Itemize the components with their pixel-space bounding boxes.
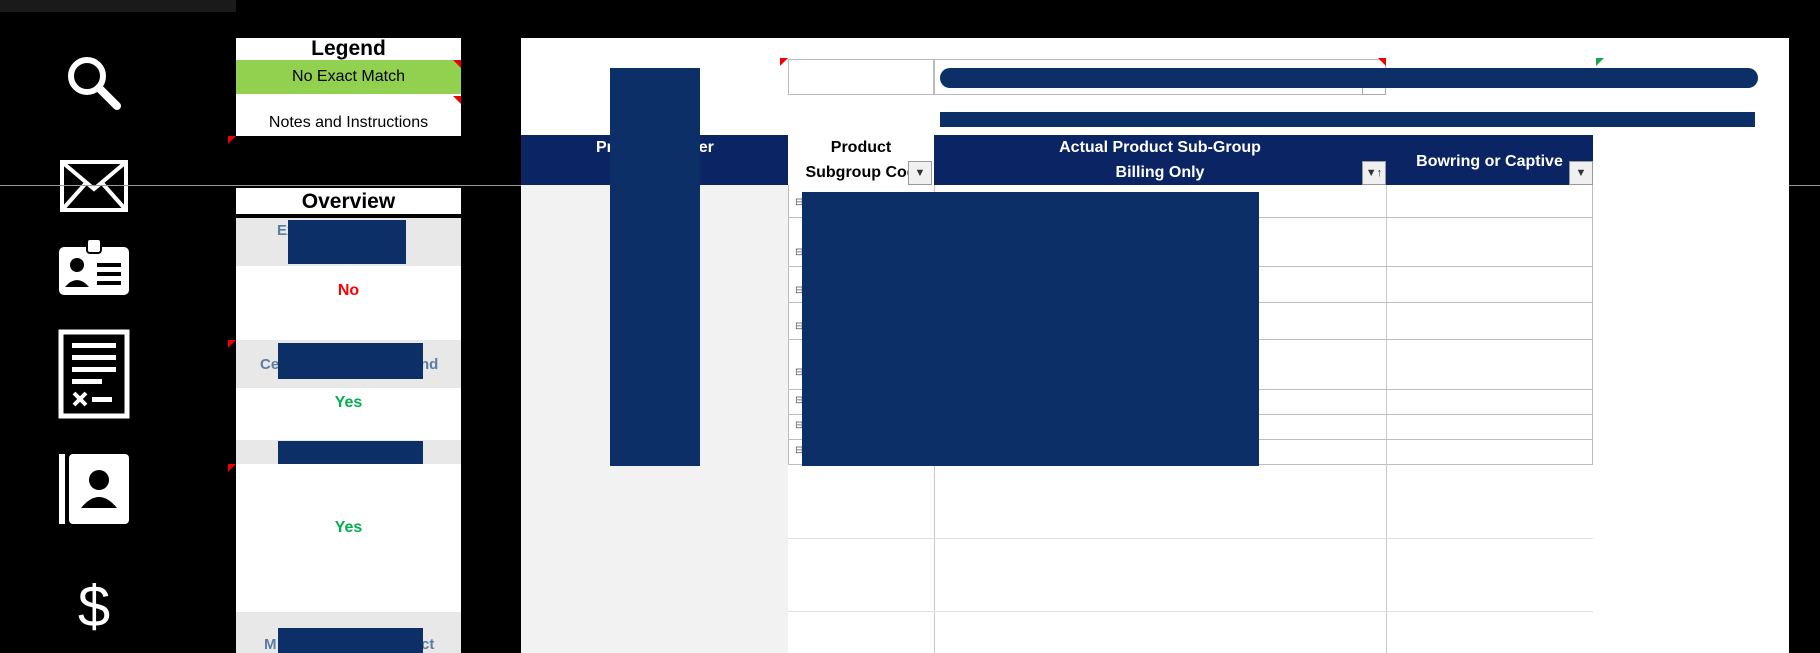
redacted-block [940,68,1758,88]
redacted-block [610,68,700,466]
link-text-start: M [264,636,277,653]
sort-filter-button-actual[interactable]: ▼↑ [1362,161,1386,185]
address-book-icon[interactable] [52,451,136,527]
filter-button-bowring[interactable]: ▼ [1569,161,1593,185]
search-icon[interactable] [52,50,136,116]
overview-value-1: No [236,266,461,340]
comment-indicator [453,96,461,104]
dollar-glyph: $ [77,574,111,639]
comment-indicator [228,464,236,472]
gridline [788,611,1593,612]
redacted-block [278,343,423,379]
comment-indicator [1378,58,1386,66]
header-bowring-captive: Bowring or Captive [1386,135,1593,185]
header-line1: Product [830,139,892,156]
comment-indicator [228,136,236,144]
legend-no-exact-match: No Exact Match [236,60,461,94]
green-indicator [1596,58,1604,66]
header-actual-product-subgroup: Actual Product Sub-Group Billing Only [934,135,1386,185]
col-divider [1386,185,1387,653]
redacted-block [940,112,1755,127]
window-corner [0,0,236,12]
legend-notes-instructions: Notes and Instructions [236,104,461,136]
mail-icon[interactable] [52,158,136,214]
header-line1: Actual Product Sub-Group [1059,139,1261,156]
redacted-block [802,192,1259,466]
legend-title: Legend [236,38,461,60]
redacted-block [288,220,406,264]
filter-button-subgroup[interactable]: ▼ [908,161,932,185]
contact-card-icon[interactable] [52,236,136,298]
overview-title: Overview [236,188,461,216]
legend-separator [236,94,461,104]
link-text-start: Ce [260,356,280,373]
comment-indicator [228,340,236,348]
header-line2: Billing Only [1115,164,1205,181]
overview-value-3: Yes [236,464,461,612]
gridline [788,538,1593,539]
comment-indicator [453,60,461,68]
comment-indicator [780,58,788,66]
link-text-end: ct [421,636,435,653]
overview-value-2: Yes [236,388,461,440]
document-icon[interactable] [52,328,136,420]
top-input-left[interactable] [788,59,934,95]
redacted-block [278,628,423,653]
dollar-icon[interactable]: $ [52,572,136,642]
redacted-block [278,441,423,465]
